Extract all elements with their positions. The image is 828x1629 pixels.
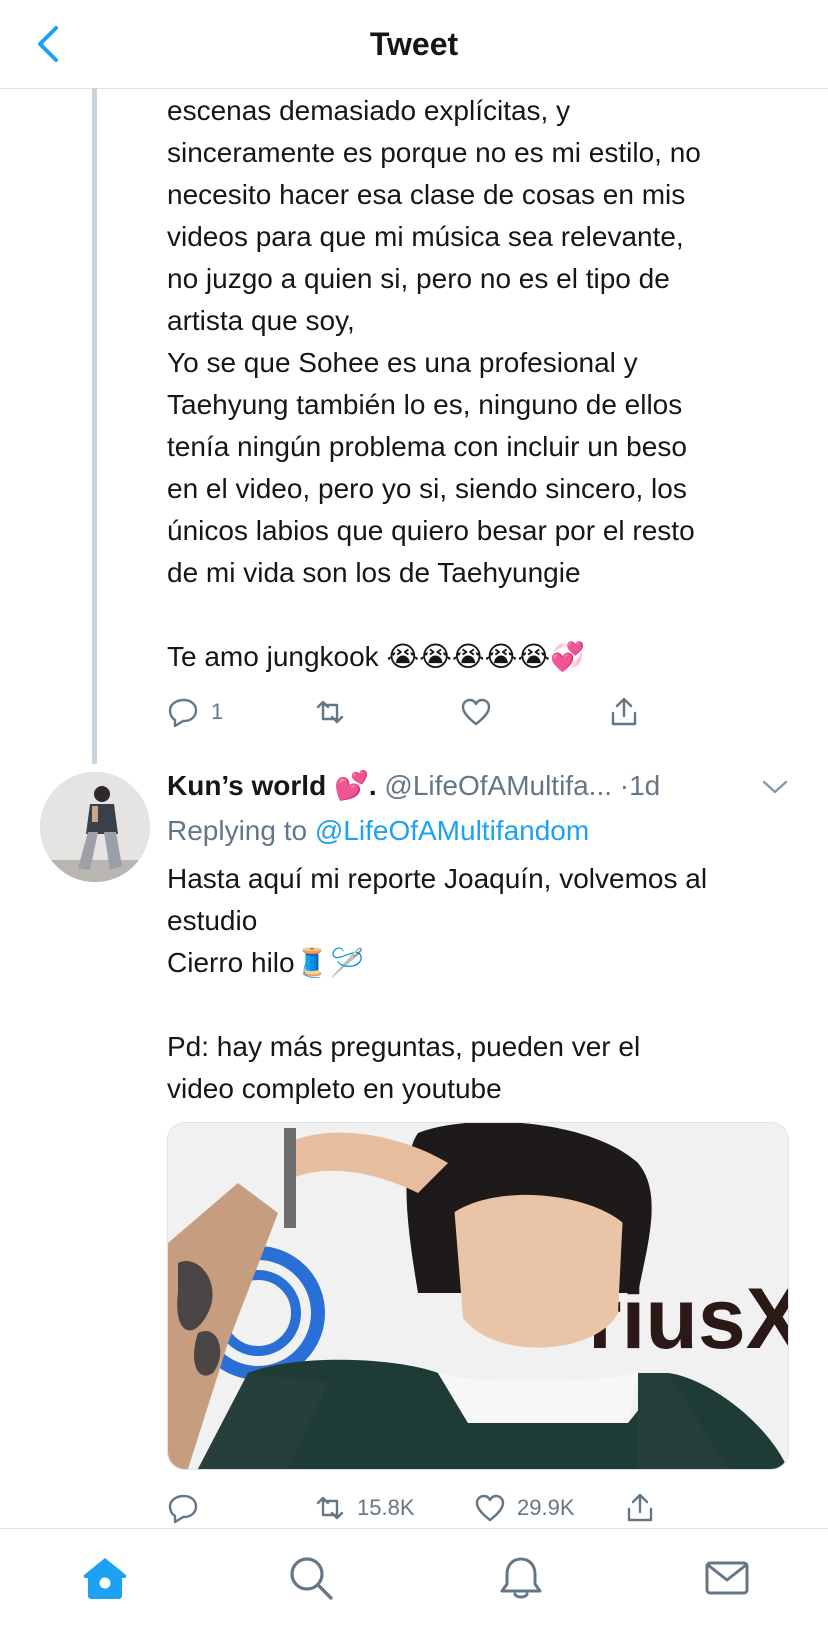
share-button[interactable] xyxy=(607,692,641,732)
like-count: 29.9K xyxy=(517,1495,575,1520)
like-button[interactable]: 29.9K xyxy=(473,1488,575,1528)
tweet-media[interactable]: riusX xyxy=(167,1122,789,1470)
reply-button[interactable] xyxy=(167,1488,211,1528)
tweet-actions: 15.8K 29.9K xyxy=(167,1488,667,1528)
tab-notifications[interactable] xyxy=(496,1553,546,1603)
retweet-button[interactable]: 15.8K xyxy=(313,1488,415,1528)
chevron-down-icon xyxy=(762,780,788,794)
tweet-text: escenas demasiado explícitas, y sinceram… xyxy=(167,95,701,672)
share-icon xyxy=(611,697,637,726)
tab-search[interactable] xyxy=(286,1553,336,1603)
timestamp: ·1d xyxy=(619,770,661,801)
replying-prefix: Replying to xyxy=(167,815,308,846)
retweet-button[interactable] xyxy=(313,692,357,732)
page-title: Tweet xyxy=(369,26,459,62)
header: Tweet xyxy=(0,0,828,89)
share-icon xyxy=(627,1493,653,1522)
reply-icon xyxy=(168,1494,198,1524)
mail-icon xyxy=(705,1561,749,1595)
reply-icon xyxy=(168,698,198,728)
retweet-icon xyxy=(316,700,344,724)
share-button[interactable] xyxy=(623,1488,657,1528)
search-icon xyxy=(290,1557,333,1600)
retweet-count: 15.8K xyxy=(357,1495,415,1520)
thread-line xyxy=(92,88,97,764)
replying-to: Replying to @LifeOfAMultifandom xyxy=(167,810,589,852)
replying-handle-link[interactable]: @LifeOfAMultifandom xyxy=(315,815,589,846)
more-options-button[interactable] xyxy=(760,775,790,799)
user-handle[interactable]: @LifeOfAMultifa... xyxy=(384,770,612,801)
like-button[interactable] xyxy=(459,692,503,732)
heart-icon xyxy=(461,698,491,726)
bell-icon xyxy=(500,1557,542,1599)
tab-messages[interactable] xyxy=(702,1553,752,1603)
retweet-icon xyxy=(316,1496,344,1520)
tweet-header: Kun’s world 💕. @LifeOfAMultifa... ·1d xyxy=(167,765,807,807)
display-name[interactable]: Kun’s world 💕. xyxy=(167,770,377,801)
tweet-text: Hasta aquí mi reporte Joaquín, volvemos … xyxy=(167,863,708,1104)
reply-button[interactable]: 1 xyxy=(167,692,223,732)
bottom-tab-bar xyxy=(0,1528,828,1629)
home-icon xyxy=(83,1558,127,1599)
tweet-actions: 1 xyxy=(167,692,667,732)
tab-home[interactable] xyxy=(80,1553,130,1603)
reply-count: 1 xyxy=(211,699,224,724)
heart-icon xyxy=(475,1494,505,1522)
avatar[interactable] xyxy=(40,772,150,882)
